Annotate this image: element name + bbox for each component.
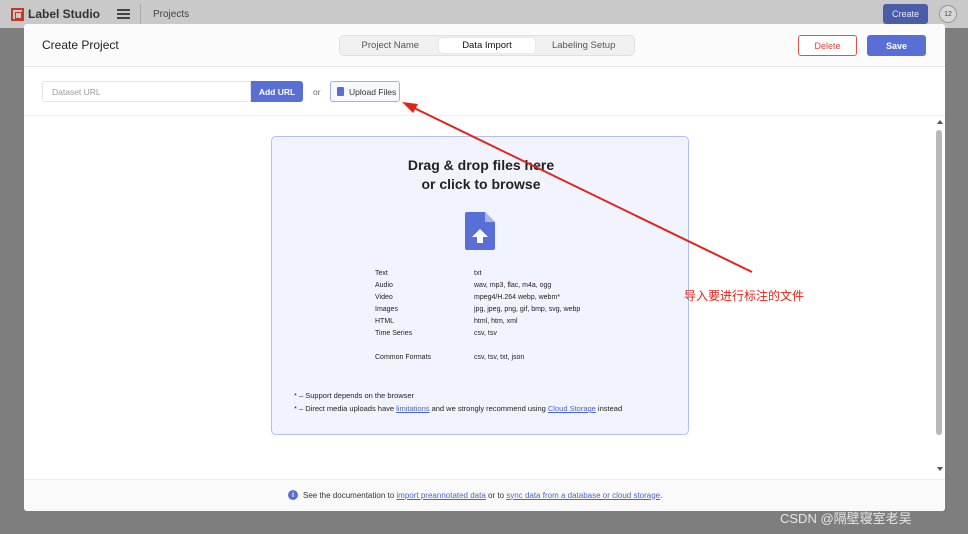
file-icon xyxy=(337,87,344,96)
watermark: CSDN @隔壁寝室老吴 xyxy=(780,511,912,526)
dropzone-title-line2: or click to browse xyxy=(421,176,541,192)
menu-icon[interactable] xyxy=(117,9,130,19)
note-browser-support: * – Support depends on the browser xyxy=(294,391,415,400)
format-label: Text xyxy=(375,270,388,277)
footer-text: . xyxy=(660,490,663,500)
annotation-text: 导入要进行标注的文件 xyxy=(684,289,805,303)
format-value: txt xyxy=(474,270,482,277)
upload-files-label: Upload Files xyxy=(349,86,397,97)
format-label: Common Formats xyxy=(375,354,432,361)
upload-files-button[interactable]: Upload Files xyxy=(330,81,400,102)
limitations-link[interactable]: limitations xyxy=(396,404,429,413)
file-dropzone[interactable]: Drag & drop files here or click to brows… xyxy=(271,136,689,435)
format-label: Images xyxy=(375,306,398,313)
scroll-down-icon[interactable] xyxy=(937,467,943,471)
label-studio-logo[interactable]: Label Studio xyxy=(11,7,100,21)
create-project-modal: Create Project Project Name Data Import … xyxy=(24,24,945,511)
tab-labeling-setup[interactable]: Labeling Setup xyxy=(535,38,632,53)
format-label: Time Series xyxy=(375,330,413,337)
or-label: or xyxy=(313,87,321,97)
note-direct-uploads: * – Direct media uploads have limitation… xyxy=(294,404,622,417)
dropzone-title-line1: Drag & drop files here xyxy=(407,157,555,173)
dataset-url-input[interactable] xyxy=(42,81,251,102)
modal-title: Create Project xyxy=(42,38,119,52)
note-text: * – Direct media uploads have xyxy=(294,404,397,413)
format-label: HTML xyxy=(375,318,395,325)
cloud-storage-link[interactable]: Cloud Storage xyxy=(548,404,596,413)
logo-icon xyxy=(11,7,24,21)
avatar[interactable]: 12 xyxy=(939,5,957,23)
divider xyxy=(140,4,141,24)
modal-footer: i See the documentation to import preann… xyxy=(24,479,945,511)
format-value: jpg, jpeg, png, gif, bmp, svg, webp xyxy=(474,306,581,313)
footer-text: See the documentation to xyxy=(303,490,397,500)
import-preannotated-link[interactable]: import preannotated data xyxy=(396,491,485,500)
scroll-thumb[interactable] xyxy=(936,130,942,435)
scroll-up-icon[interactable] xyxy=(937,120,943,124)
dropzone-notes: * – Support depends on the browser * – D… xyxy=(294,391,622,417)
sync-data-link[interactable]: sync data from a database or cloud stora… xyxy=(506,491,660,500)
breadcrumb-projects[interactable]: Projects xyxy=(153,9,189,20)
tab-project-name[interactable]: Project Name xyxy=(342,38,439,53)
footer-text: or to xyxy=(485,490,507,500)
docs-hint: i See the documentation to import preann… xyxy=(288,490,662,500)
note-text: instead xyxy=(595,404,623,413)
scrollbar[interactable] xyxy=(935,120,943,475)
add-url-button[interactable]: Add URL xyxy=(251,81,303,102)
format-value: csv, tsv xyxy=(474,330,497,337)
upload-file-icon xyxy=(465,212,495,250)
save-button[interactable]: Save xyxy=(867,35,926,56)
format-value: wav, mp3, flac, m4a, ogg xyxy=(474,282,552,289)
delete-button[interactable]: Delete xyxy=(798,35,857,56)
logo-text: Label Studio xyxy=(28,7,100,21)
modal-header: Create Project Project Name Data Import … xyxy=(24,24,945,67)
format-value: mpeg4/H.264 webp, webm* xyxy=(474,294,560,301)
format-label: Audio xyxy=(375,282,393,289)
format-value: csv, tsv, txt, json xyxy=(474,354,525,361)
note-text: and we strongly recommend using xyxy=(429,404,548,413)
format-value: html, htm, xml xyxy=(474,318,518,325)
info-icon: i xyxy=(288,490,298,500)
tab-data-import[interactable]: Data Import xyxy=(438,38,536,53)
create-button[interactable]: Create xyxy=(883,4,928,24)
format-label: Video xyxy=(375,294,393,301)
step-tabs: Project Name Data Import Labeling Setup xyxy=(339,35,635,56)
